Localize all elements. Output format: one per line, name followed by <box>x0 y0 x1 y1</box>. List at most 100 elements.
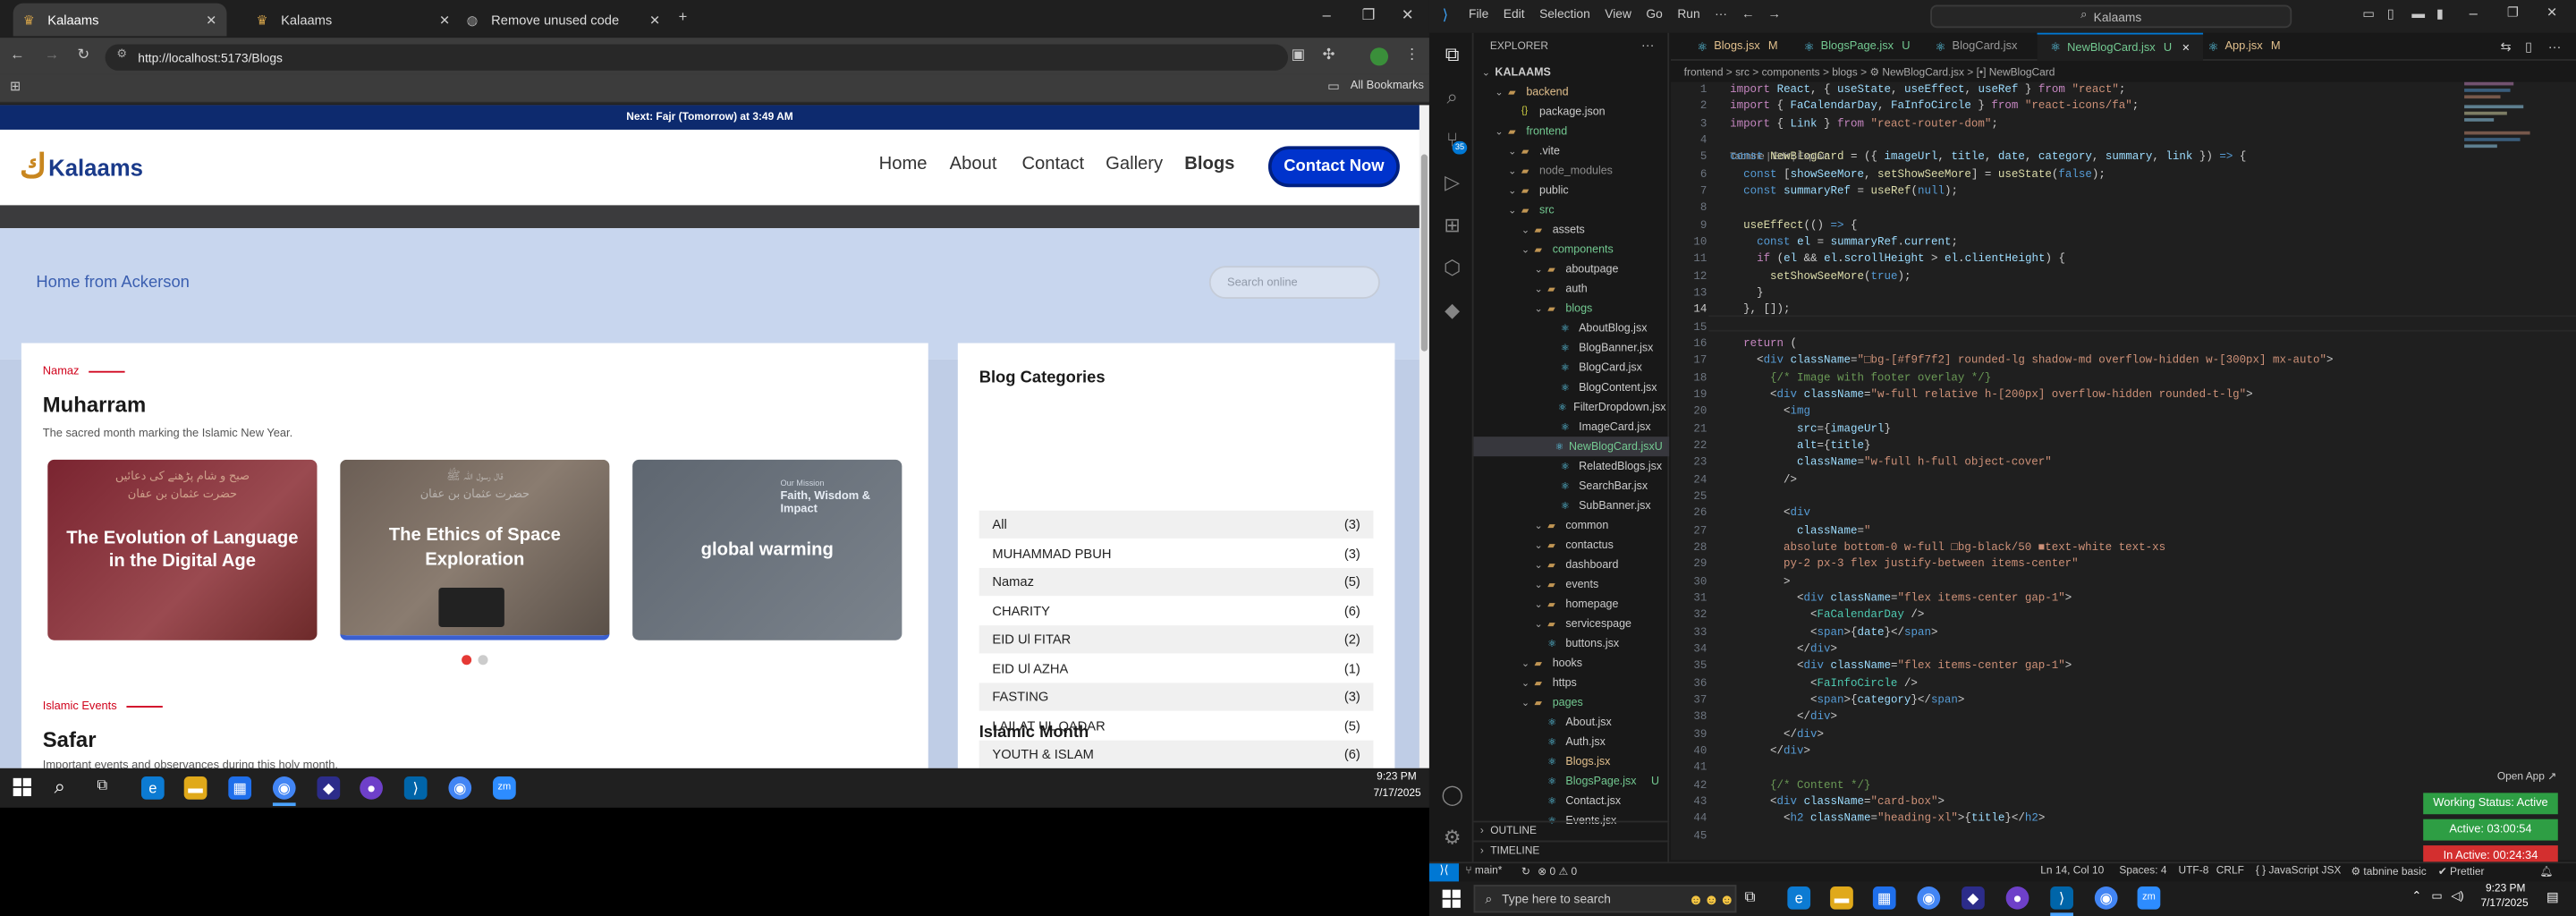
store-icon[interactable]: ▦ <box>228 776 252 800</box>
forward-icon[interactable]: → <box>45 46 60 62</box>
tree-folder[interactable]: ⌄ ▰ common <box>1535 515 1666 535</box>
category-item[interactable]: EID Ul FITAR (2) <box>979 625 1374 654</box>
line-ending[interactable]: CRLF <box>2216 865 2244 877</box>
code-line[interactable]: <FaInfoCircle /> <box>1730 675 1918 692</box>
chrome-icon[interactable]: ◉ <box>448 776 472 800</box>
volume-icon[interactable]: ◁) <box>2451 890 2463 903</box>
tree-folder[interactable]: ⌄ ▰ events <box>1535 574 1666 594</box>
nav-contact[interactable]: Contact <box>1021 155 1084 174</box>
toggle-secondary-sidebar-icon[interactable]: ▮ <box>2436 6 2444 21</box>
tree-file[interactable]: ⚛ AboutBlog.jsx <box>1547 318 1665 338</box>
tree-file[interactable]: ⚛ NewBlogCard.jsx U <box>1473 437 1670 457</box>
scrollbar-thumb[interactable] <box>1420 154 1428 352</box>
tree-file[interactable]: ⚛ buttons.jsx <box>1535 633 1666 653</box>
tree-folder[interactable]: ⌄ ▰ frontend <box>1495 122 1665 141</box>
close-window-icon[interactable]: ✕ <box>1402 6 1414 24</box>
tree-folder[interactable]: ⌄ ▰ components <box>1521 240 1666 259</box>
code-line[interactable]: alt={title} <box>1730 438 1871 455</box>
zoom-icon[interactable]: zm <box>493 776 516 800</box>
timeline-section[interactable]: › TIMELINE <box>1473 840 1670 861</box>
tree-file[interactable]: ⚛ BlogsPage.jsx U <box>1535 772 1666 792</box>
zoom-icon[interactable]: zm <box>2137 886 2161 910</box>
nav-gallery[interactable]: Gallery <box>1106 155 1163 174</box>
tree-folder[interactable]: ⌄ ▰ aboutpage <box>1535 259 1666 279</box>
code-line[interactable]: > <box>1730 573 1791 590</box>
category-item[interactable]: FASTING (3) <box>979 683 1374 711</box>
tree-folder[interactable]: ⌄ ▰ blogs <box>1535 299 1666 318</box>
blog-slide[interactable]: صبح و شام پڑھنے کی دعائیں حضرت عثمان بن ع… <box>47 459 318 640</box>
code-line[interactable]: <div className="flex items-center gap-1"… <box>1730 590 2072 607</box>
layout-icon[interactable]: ▭ <box>2362 6 2375 21</box>
tree-folder[interactable]: ⌄ ▰ src <box>1508 200 1665 220</box>
menu-item[interactable]: ··· <box>1715 6 1727 21</box>
tree-file[interactable]: ⚛ SearchBar.jsx <box>1547 476 1665 496</box>
tree-file[interactable]: ⚛ SubBanner.jsx <box>1547 496 1665 515</box>
remote-indicator-icon[interactable]: ⟩⟨ <box>1428 863 1460 882</box>
close-tab-icon[interactable]: ✕ <box>439 13 450 28</box>
code-line[interactable]: </div> <box>1730 709 1837 726</box>
working-status-badge[interactable]: Working Status: Active <box>2423 793 2558 815</box>
tree-folder[interactable]: ⌄ ▰ pages <box>1521 692 1666 712</box>
code-line[interactable]: absolute bottom-0 w-full □bg-black/50 ■t… <box>1730 540 2165 557</box>
nav-home[interactable]: Home <box>879 155 928 174</box>
apps-grid-icon[interactable]: ⊞ <box>10 79 21 94</box>
code-line[interactable]: import { FaCalendarDay, FaInfoCircle } f… <box>1730 99 2139 116</box>
settings-gear-icon[interactable]: ⚙ <box>1439 824 1465 850</box>
category-item[interactable]: All (3) <box>979 510 1374 539</box>
close-tab-icon[interactable]: ✕ <box>206 13 216 28</box>
editor-tab[interactable]: ⚛ BlogsPage.jsx U <box>1791 33 1923 61</box>
tree-folder[interactable]: ⌄ ▰ dashboard <box>1535 555 1666 574</box>
site-logo[interactable]: ﻙ Kalaams <box>20 146 143 187</box>
code-line[interactable]: setShowSeeMore(true); <box>1730 268 1911 285</box>
nav-blogs[interactable]: Blogs <box>1184 155 1234 174</box>
git-branch[interactable]: ⑂ main* <box>1465 865 1502 877</box>
more-actions-icon[interactable]: ··· <box>1641 38 1655 53</box>
browser-tab[interactable]: ♛ Kalaams ✕ <box>247 4 461 37</box>
tree-folder[interactable]: ⌄ ▰ homepage <box>1535 594 1666 614</box>
code-line[interactable]: <h2 className="heading-xl">{title}</h2> <box>1730 811 2045 828</box>
menu-item[interactable]: View <box>1605 6 1631 21</box>
minimap[interactable] <box>2464 79 2546 210</box>
code-line[interactable]: <div <box>1730 506 1810 523</box>
editor-tab[interactable]: ⚛ NewBlogCard.jsx U ✕ <box>2037 32 2204 61</box>
code-line[interactable]: <span>{date}</span> <box>1730 624 1938 641</box>
tree-file[interactable]: ⚛ BlogBanner.jsx <box>1547 338 1665 358</box>
tree-folder[interactable]: ⌄ ▰ assets <box>1521 220 1666 240</box>
sync-icon[interactable]: ↻ <box>1521 865 1530 878</box>
tree-file[interactable]: ⚛ BlogCard.jsx <box>1547 358 1665 377</box>
menu-item[interactable]: Run <box>1677 6 1699 21</box>
category-item[interactable]: YOUTH & ISLAM (6) <box>979 740 1374 768</box>
code-line[interactable]: </div> <box>1730 743 1810 760</box>
minimize-icon[interactable]: – <box>2470 5 2478 21</box>
tree-file[interactable]: ⚛ ImageCard.jsx <box>1547 417 1665 437</box>
code-line[interactable]: }, []); <box>1730 302 1790 319</box>
tree-folder[interactable]: ⌄ ▰ contactus <box>1535 535 1666 555</box>
github-icon[interactable]: ● <box>2005 886 2029 910</box>
forward-icon[interactable]: → <box>1767 6 1781 21</box>
more-actions-icon[interactable]: ··· <box>2548 39 2562 55</box>
editor-tab[interactable]: ⚛ Blogs.jsx M <box>1684 33 1792 61</box>
clock-time[interactable]: 9:23 PM <box>2486 883 2525 895</box>
tabnine-icon[interactable]: ◆ <box>1439 297 1465 323</box>
back-icon[interactable]: ← <box>10 46 25 62</box>
tree-file[interactable]: {} package.json <box>1508 102 1665 122</box>
code-line[interactable]: const [showSeeMore, setShowSeeMore] = us… <box>1730 167 2106 184</box>
edge-icon[interactable]: e <box>1787 886 1811 910</box>
github-icon[interactable]: ● <box>360 776 383 800</box>
task-view-icon[interactable]: ⧉ <box>97 776 107 794</box>
code-line[interactable]: {/* Image with footer overlay */} <box>1730 370 1991 387</box>
code-line[interactable]: <img <box>1730 404 1810 421</box>
file-explorer-icon[interactable]: ▬ <box>183 776 208 800</box>
tree-folder[interactable]: ⌄ ▰ backend <box>1495 82 1665 102</box>
compare-icon[interactable]: ⇆ <box>2501 39 2512 55</box>
editor-tab[interactable]: ⚛ App.jsx M <box>2195 33 2293 61</box>
vscode-insiders-icon[interactable]: ◆ <box>1962 886 1985 910</box>
tree-file[interactable]: ⚛ Contact.jsx <box>1535 792 1666 811</box>
close-window-icon[interactable]: ✕ <box>2546 5 2557 21</box>
tree-folder[interactable]: ⌄ ▰ servicespage <box>1535 614 1666 633</box>
problems-indicator[interactable]: ⊗ 0 ⚠ 0 <box>1538 865 1577 878</box>
tree-folder[interactable]: ⌄ ▰ auth <box>1535 279 1666 299</box>
notifications-icon[interactable]: 🔔︎ <box>2540 865 2554 878</box>
show-hidden-icons-icon[interactable]: ⌃ <box>2411 890 2421 903</box>
site-info-icon[interactable]: ⚙ <box>116 47 127 61</box>
